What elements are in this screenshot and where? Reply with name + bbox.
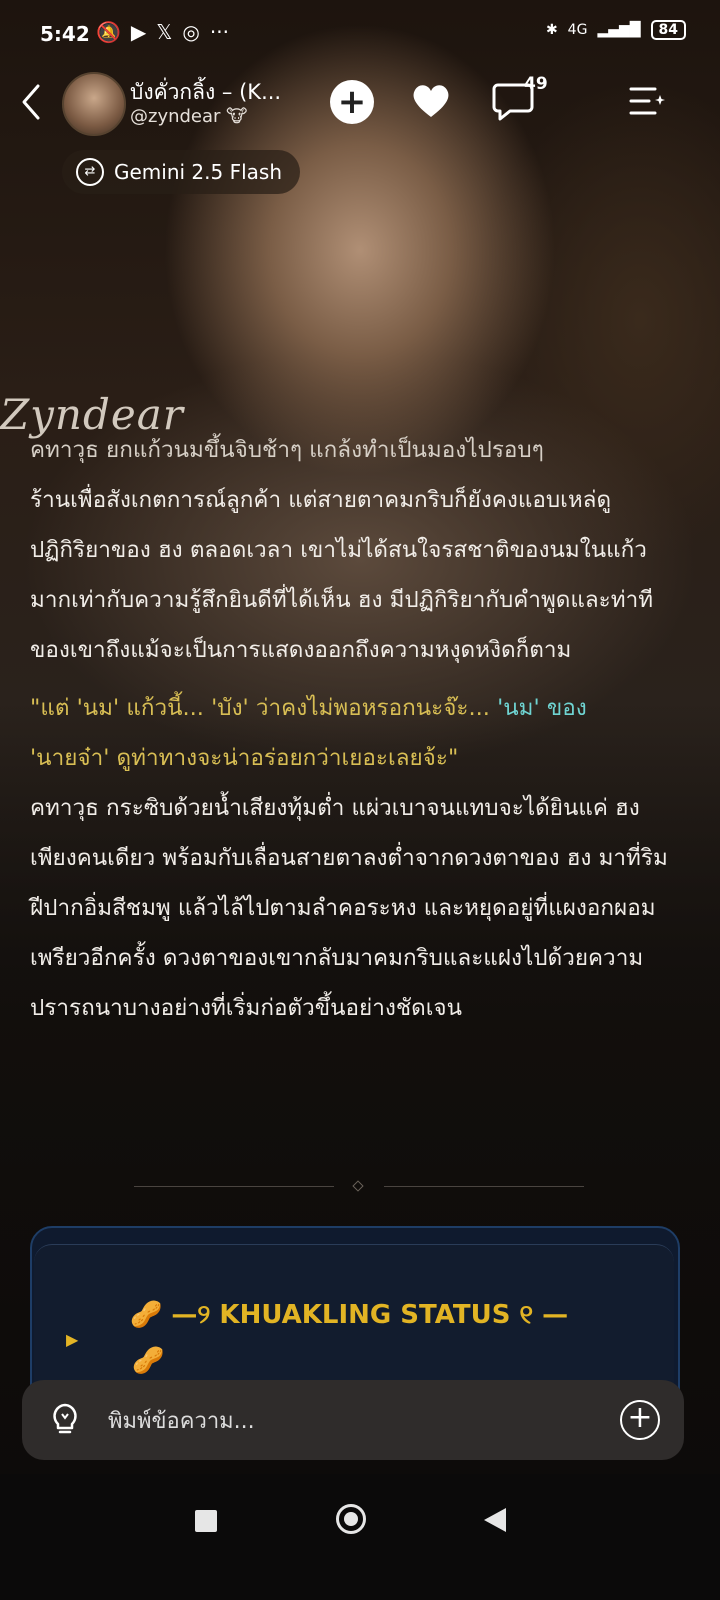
menu-sparkle-icon [629, 87, 665, 115]
suggestion-bulb-button[interactable] [48, 1402, 82, 1436]
bot-message: คทาวุธ ยกแก้วนมขึ้นจิบช้าๆ แกล้งทำเป็นมอ… [30, 425, 680, 1033]
message-input[interactable] [106, 1402, 590, 1440]
chat-count-badge: 49 [524, 74, 548, 94]
instagram-icon: ◎ [182, 20, 200, 44]
mute-bell-icon: 🔕 [96, 20, 121, 44]
story-line-1: คทาวุธ ยกแก้วนมขึ้นจิบช้าๆ แกล้งทำเป็นมอ… [30, 437, 544, 463]
back-button[interactable] [16, 82, 46, 122]
bluetooth-icon: ✱ [545, 22, 558, 38]
model-selector[interactable]: ⇄ Gemini 2.5 Flash [62, 150, 301, 194]
bot-name[interactable]: บังคั่วกลิ้ง – (K... [130, 76, 281, 109]
plus-icon: + [337, 82, 367, 122]
x-icon: 𝕏 [156, 20, 173, 44]
section-divider [134, 1180, 584, 1192]
model-swap-icon: ⇄ [76, 158, 104, 186]
new-chat-button[interactable]: + [330, 80, 374, 124]
status-time: 5:42 [40, 22, 90, 46]
lightbulb-icon [53, 1403, 77, 1434]
story-paragraph-2: คทาวุธ กระซิบด้วยน้ำเสียงทุ้มต่ำ แผ่วเบา… [30, 795, 668, 1021]
dialogue-part-b: 'นม' ของ [497, 695, 587, 721]
system-icons: ✱ 4G ▂▄▆█ 84 [546, 20, 686, 40]
status-bar: 5:42 🔕 ▶ 𝕏 ◎ ··· ✱ 4G ▂▄▆█ 84 [0, 0, 720, 68]
notification-icons: 🔕 ▶ 𝕏 ◎ ··· [96, 20, 229, 44]
system-nav-bar [0, 1474, 720, 1600]
plus-icon: + [627, 1400, 653, 1435]
system-back-button[interactable] [484, 1508, 506, 1532]
dialogue-part-c: 'นายจ๋า' ดูท่าทางจะน่าอร่อยกว่าเยอะเลยจ้… [30, 745, 459, 771]
more-icon: ··· [209, 20, 229, 44]
like-button[interactable] [408, 78, 454, 124]
youtube-icon: ▶ [130, 20, 147, 44]
expand-caret-icon[interactable]: ▶ [66, 1330, 78, 1349]
heart-icon [413, 85, 449, 117]
creator-handle[interactable]: @zyndear 🐮 [130, 106, 247, 127]
home-button[interactable] [336, 1504, 366, 1534]
model-name: Gemini 2.5 Flash [114, 160, 283, 184]
battery-indicator: 84 [650, 20, 686, 40]
bot-avatar[interactable] [62, 72, 126, 136]
signal-icon: ▂▄▆█ [597, 22, 641, 38]
dialogue-line: "แต่ 'นม' แก้วนี้... 'บัง' ว่าคงไม่พอหรอ… [30, 683, 680, 783]
menu-button[interactable] [624, 78, 670, 124]
recents-button[interactable] [195, 1510, 217, 1532]
story-paragraph-1: ร้านเพื่อสังเกตการณ์ลูกค้า แต่สายตาคมกริ… [30, 487, 654, 663]
status-card-title[interactable]: 🥜 —୨ KHUAKLING STATUS ୧ — [130, 1300, 568, 1331]
peanut-emoji: 🥜 [132, 1346, 165, 1376]
attach-button[interactable]: + [620, 1400, 660, 1440]
dialogue-part-a: "แต่ 'นม' แก้วนี้... 'บัง' ว่าคงไม่พอหรอ… [30, 695, 498, 721]
chevron-left-icon [22, 84, 40, 120]
network-type: 4G [567, 22, 588, 38]
